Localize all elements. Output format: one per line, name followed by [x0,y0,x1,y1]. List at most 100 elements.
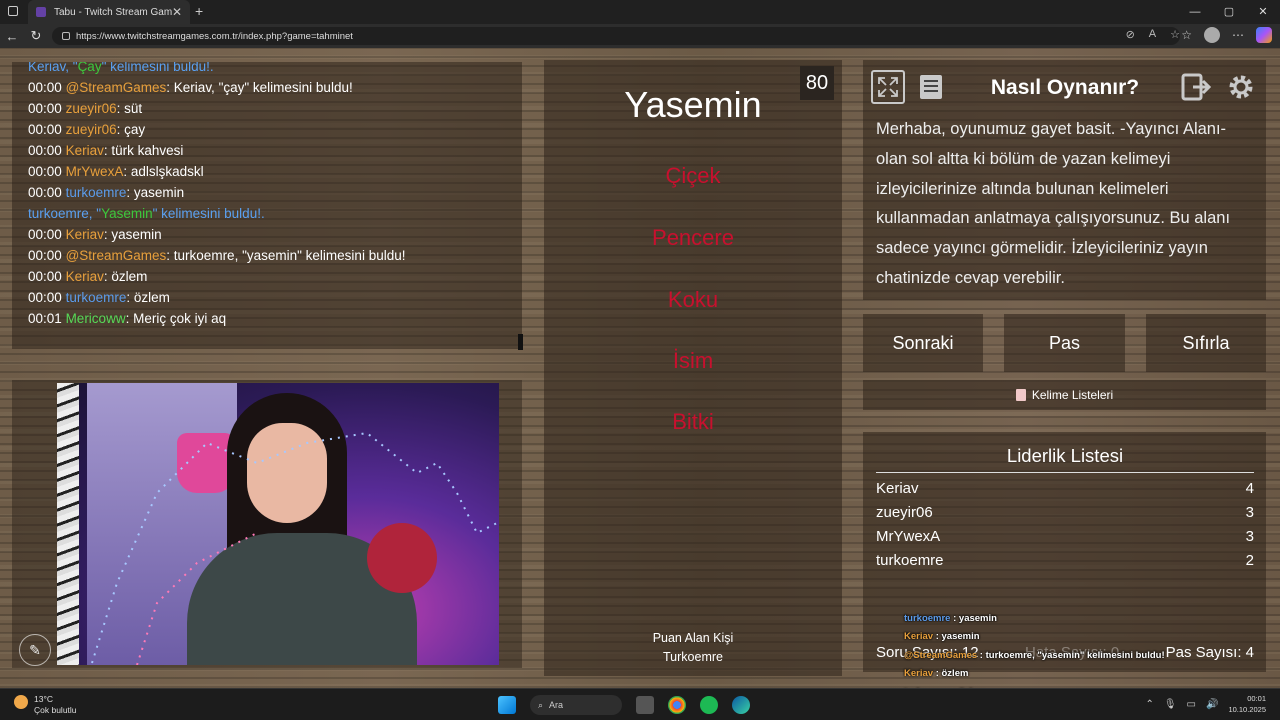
tab-title: Tabu - Twitch Stream Games [54,6,172,18]
player-score: 2 [1245,552,1254,569]
back-arrow-icon[interactable]: ← [0,29,24,44]
overlay-text: : özlem [933,668,969,680]
chat-timestamp: 00:01 [28,311,62,326]
tray-chevron-icon[interactable]: ⌃ [1145,699,1153,710]
browser-tab-bar: Tabu - Twitch Stream Games ✕ + — ▢ ✕ [0,0,1280,24]
site-info-icon[interactable] [62,32,70,40]
chat-username[interactable]: Mericoww [66,311,126,326]
chat-text: : adlslşkadskl [123,164,204,179]
task-view-icon[interactable] [636,696,654,714]
browser-tab[interactable]: Tabu - Twitch Stream Games ✕ [28,0,190,24]
chat-panel: Keriav, "Çay" kelimesini buldu!. 00:00 @S… [12,62,522,349]
chat-username[interactable]: @StreamGames [66,80,167,95]
chrome-icon[interactable] [668,696,686,714]
browser-right-icons: ☆ ⋯ [1181,27,1272,43]
close-window-button[interactable]: ✕ [1246,0,1280,24]
chat-username[interactable]: Keriav [66,227,104,242]
volume-icon[interactable]: 🔊 [1206,699,1218,710]
how-to-play-title: Nasıl Oynanır? [990,76,1140,99]
chat-message: 00:00 MrYwexA: adlslşkadskl [28,161,506,182]
overlay-username: Keriav [904,631,934,643]
next-button[interactable]: Sonraki [863,314,983,372]
chat-text: : Keriav, "çay" kelimesini buldu! [166,80,353,95]
chat-username[interactable]: turkoemre [66,185,127,200]
chat-message: 00:00 @StreamGames: turkoemre, "yasemin"… [28,245,506,266]
url-text: https://www.twitchstreamgames.com.tr/ind… [76,30,353,42]
chat-username[interactable]: Keriav [66,269,104,284]
chat-timestamp: 00:00 [28,185,62,200]
chat-timestamp: 00:00 [28,269,62,284]
chat-username[interactable]: zueyir06 [66,101,117,116]
copilot-icon[interactable] [1256,27,1272,43]
maximize-button[interactable]: ▢ [1212,0,1246,24]
overlay-username: @StreamGames [904,649,978,661]
overlay-chat-line: Keriav : yasemin [904,631,1274,642]
url-bar[interactable]: https://www.twitchstreamgames.com.tr/ind… [52,27,1180,45]
chat-timestamp: 00:00 [28,143,62,158]
chat-message: 00:00 Keriav: özlem [28,266,506,287]
overlay-text: : turkoemre, "yasemin" kelimesini buldu! [977,649,1165,661]
scorer-name: Turkoemre [663,650,723,664]
refresh-icon[interactable]: ↻ [24,28,48,44]
network-icon[interactable]: ▭ [1187,699,1196,710]
chat-system-message: Keriav, "Çay" kelimesini buldu!. [28,62,214,74]
chat-username[interactable]: Keriav [66,143,104,158]
minimize-button[interactable]: — [1178,0,1212,24]
spotify-icon[interactable] [700,696,718,714]
taskbar-search[interactable]: ⌕ Ara [530,695,622,715]
overlay-username: turkoemre [904,613,951,624]
microphone-icon[interactable]: 🎙 [1164,699,1177,710]
logout-icon[interactable] [1180,70,1214,104]
tab-actions-icon[interactable] [8,6,18,16]
window-controls: — ▢ ✕ [1178,0,1280,24]
forbidden-word: Çiçek [665,163,721,188]
tab-close-icon[interactable]: ✕ [172,5,182,19]
leaderboard-row: Keriav 4 [876,480,1254,497]
overlay-chat-line: Keriav : özlem [904,668,1274,679]
pencil-edit-icon[interactable]: ✎ [19,634,51,666]
favorite-star-icon[interactable]: ☆ [1170,28,1180,41]
windows-start-icon[interactable] [498,696,516,714]
menu-dots-icon[interactable]: ⋯ [1232,28,1244,42]
chat-text: : yasemin [126,185,185,200]
forbidden-word: İsim [672,348,714,373]
document-icon[interactable] [914,70,948,104]
chat-username[interactable]: turkoemre [66,290,127,305]
pass-button[interactable]: Pas [1004,314,1125,372]
chat-message: 00:00 turkoemre: özlem [28,287,506,308]
overlay-username: Keriav [904,668,934,680]
clock-date: 10.10.2025 [1228,705,1266,714]
word-lists-button[interactable]: Kelime Listeleri [863,380,1266,410]
taskbar-apps: ⌕ Ara [498,695,750,715]
book-icon [1015,389,1026,401]
chat-username[interactable]: @StreamGames [66,248,167,263]
player-score: 3 [1245,504,1254,521]
edge-icon[interactable] [732,696,750,714]
chat-text: : özlem [103,269,148,284]
leaderboard-row: MrYwexA 3 [876,528,1254,545]
url-actions: ⊘ A ☆ [1126,28,1180,41]
weather-temp: 13°C [34,694,53,704]
reset-button[interactable]: Sıfırla [1146,314,1266,372]
profile-avatar[interactable] [1204,27,1220,43]
weather-widget[interactable]: 13°C Çok bulutlu [14,694,77,716]
chat-username[interactable]: MrYwexA [66,164,124,179]
new-tab-button[interactable]: + [195,3,203,19]
weather-icon [14,695,28,709]
overlay-chat-line: turkoemre : yasemin [904,613,1274,624]
chat-text: : turkoemre, "yasemin" kelimesini buldu! [166,248,406,263]
chat-username[interactable]: zueyir06 [66,122,117,137]
leaderboard-row: zueyir06 3 [876,504,1254,521]
fullscreen-icon[interactable] [871,70,905,104]
chat-timestamp: 00:00 [28,101,62,116]
clock[interactable]: 00:01 10.10.2025 [1228,693,1266,715]
player-name: turkoemre [876,552,944,569]
tracking-icon[interactable]: ⊘ [1126,28,1135,41]
chat-scrollbar[interactable] [518,334,523,350]
chat-message: 00:00 @StreamGames: Keriav, "çay" kelime… [28,77,506,98]
settings-gear-icon[interactable] [1224,70,1258,104]
address-toolbar: ← ↻ https://www.twitchstreamgames.com.tr… [0,24,1280,48]
favorites-icon[interactable]: ☆ [1181,28,1192,42]
player-score: 4 [1245,480,1254,497]
read-aloud-icon[interactable]: A [1149,28,1156,41]
